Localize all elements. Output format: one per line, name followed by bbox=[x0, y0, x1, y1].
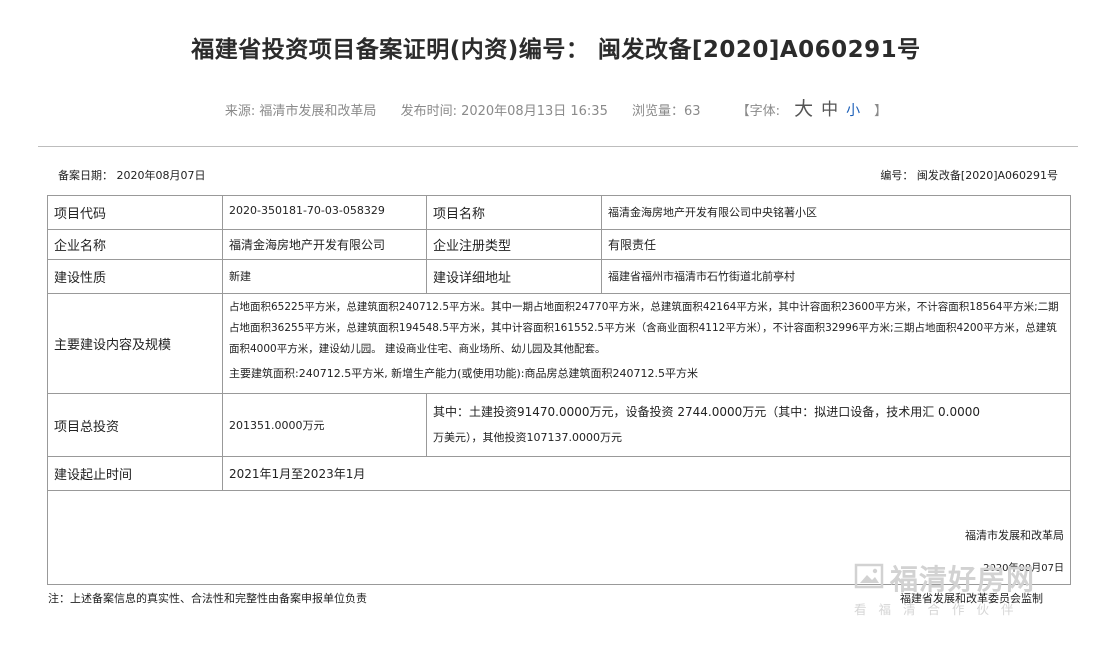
scope-cell: 占地面积65225平方米，总建筑面积240712.5平方米。其中一期占地面积24… bbox=[222, 293, 1071, 394]
table-row: 项目总投资 201351.0000万元 其中：土建投资91470.0000万元，… bbox=[47, 393, 1071, 457]
nature-label: 建设性质 bbox=[47, 259, 223, 294]
period-value: 2021年1月至2023年1月 bbox=[222, 456, 1071, 491]
investment-value: 201351.0000万元 bbox=[222, 393, 427, 457]
period-label: 建设起止时间 bbox=[47, 456, 223, 491]
scope-value: 占地面积65225平方米，总建筑面积240712.5平方米。其中一期占地面积24… bbox=[229, 301, 1059, 355]
address-label: 建设详细地址 bbox=[426, 259, 602, 294]
table-row: 建设起止时间 2021年1月至2023年1月 bbox=[47, 456, 1071, 491]
signature-org: 福清市发展和改革局 bbox=[965, 529, 1064, 542]
investment-detail-line-2: 万美元），其他投资107137.0000万元 bbox=[433, 431, 622, 444]
company-label: 企业名称 bbox=[47, 229, 223, 260]
article-meta: 来源: 福清市发展和改革局 发布时间: 2020年08月13日 16:35 浏览… bbox=[0, 94, 1112, 121]
font-size-close: 】 bbox=[874, 104, 888, 119]
watermark-text: 福清好房网 bbox=[890, 563, 1036, 596]
header-divider bbox=[38, 146, 1078, 147]
font-size-label: 【字体: bbox=[736, 104, 781, 119]
source-text: 来源: 福清市发展和改革局 bbox=[224, 104, 377, 119]
record-table: 项目代码 2020-350181-70-03-058329 项目名称 福清金海房… bbox=[47, 195, 1071, 585]
font-size-small-button[interactable]: 小 bbox=[846, 103, 860, 119]
font-size-switcher: 【字体: 大中小】 bbox=[727, 98, 897, 120]
address-value: 福建省福州市福清市石竹街道北前亭村 bbox=[601, 259, 1071, 294]
watermark-subtext: 看福清合作伙伴 bbox=[854, 602, 1026, 617]
table-row: 主要建设内容及规模 占地面积65225平方米，总建筑面积240712.5平方米。… bbox=[47, 293, 1071, 394]
investment-detail-line-1: 其中：土建投资91470.0000万元，设备投资 2744.0000万元（其中：… bbox=[433, 405, 981, 419]
project-name-value: 福清金海房地产开发有限公司中央铭著小区 bbox=[601, 195, 1071, 230]
table-row: 企业名称 福清金海房地产开发有限公司 企业注册类型 有限责任 bbox=[47, 229, 1071, 260]
font-size-medium-button[interactable]: 中 bbox=[821, 100, 838, 120]
project-code-value: 2020-350181-70-03-058329 bbox=[222, 195, 427, 230]
reg-type-label: 企业注册类型 bbox=[426, 229, 602, 260]
record-date: 备案日期： 2020年08月07日 bbox=[58, 169, 206, 182]
scope-extra-value: 主要建筑面积:240712.5平方米, 新增生产能力(或使用功能):商品房总建筑… bbox=[229, 367, 698, 380]
nature-value: 新建 bbox=[222, 259, 427, 294]
view-count: 浏览量：63 bbox=[631, 104, 701, 119]
project-code-label: 项目代码 bbox=[47, 195, 223, 230]
watermark: 福清好房网 看福清合作伙伴 bbox=[848, 558, 1078, 620]
record-number: 编号： 闽发改备[2020]A060291号 bbox=[880, 169, 1058, 182]
investment-detail-cell: 其中：土建投资91470.0000万元，设备投资 2744.0000万元（其中：… bbox=[426, 393, 1071, 457]
project-name-label: 项目名称 bbox=[426, 195, 602, 230]
house-photo-icon bbox=[854, 563, 884, 589]
reg-type-value: 有限责任 bbox=[601, 229, 1071, 260]
company-value: 福清金海房地产开发有限公司 bbox=[222, 229, 427, 260]
footer-note: 注：上述备案信息的真实性、合法性和完整性由备案申报单位负责 bbox=[48, 592, 367, 605]
font-size-large-button[interactable]: 大 bbox=[794, 98, 813, 120]
page-title: 福建省投资项目备案证明(内资)编号： 闽发改备[2020]A060291号 bbox=[191, 37, 921, 63]
table-row: 项目代码 2020-350181-70-03-058329 项目名称 福清金海房… bbox=[47, 195, 1071, 230]
table-row: 建设性质 新建 建设详细地址 福建省福州市福清市石竹街道北前亭村 bbox=[47, 259, 1071, 294]
publish-time: 发布时间: 2020年08月13日 16:35 bbox=[400, 104, 608, 119]
investment-label: 项目总投资 bbox=[47, 393, 223, 457]
scope-label: 主要建设内容及规模 bbox=[47, 293, 223, 394]
